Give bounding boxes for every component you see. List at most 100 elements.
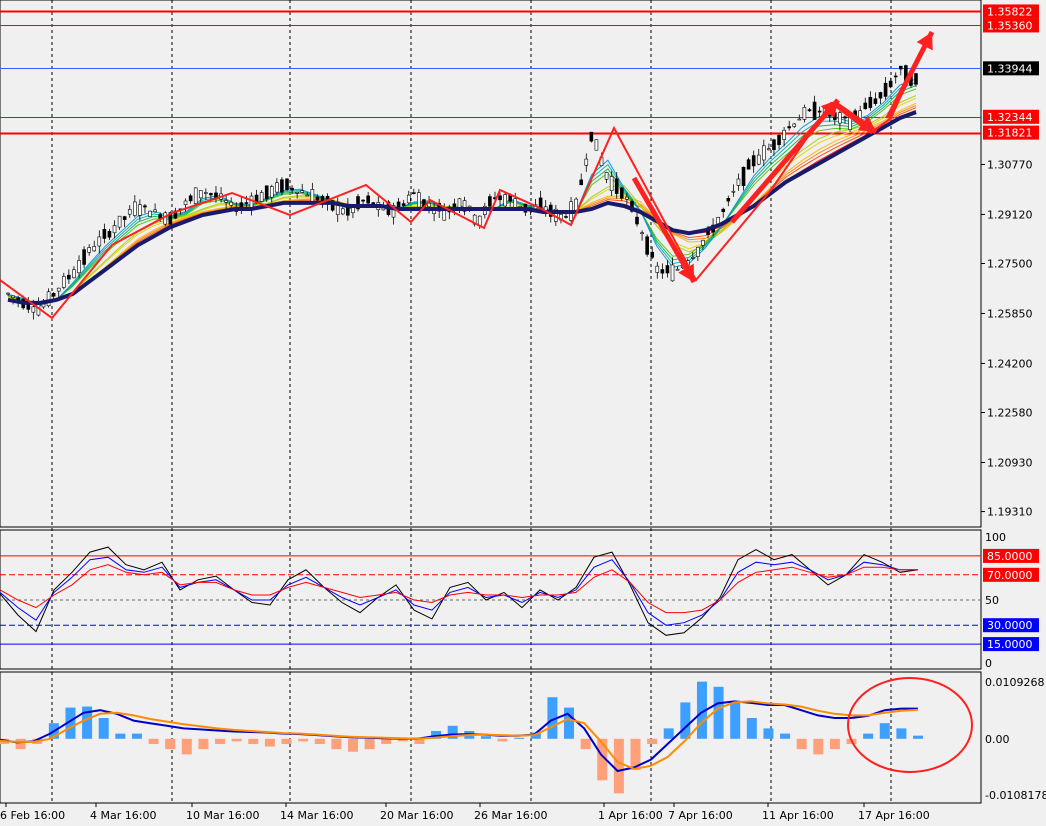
candle-body (772, 139, 776, 150)
candle-body (873, 98, 878, 104)
candle-body (843, 116, 847, 119)
price-tick-label-6: 1.20930 (987, 456, 1033, 469)
stoch-badge-label-1: 70.0000 (987, 569, 1033, 582)
candle-body (275, 182, 279, 193)
macd-bar-48 (796, 738, 807, 750)
macd-bar-52 (863, 733, 874, 739)
candle-body (802, 107, 807, 120)
candle-body (97, 236, 102, 247)
macd-bar-54 (896, 728, 907, 739)
stoch-badge-label-3: 15.0000 (987, 638, 1033, 651)
candle-body (214, 192, 218, 198)
candle-body (670, 264, 675, 282)
macd-bar-11 (181, 738, 192, 755)
candle-body (827, 114, 832, 117)
time-label-4: 20 Mar 16:00 (380, 809, 453, 822)
candle-body (133, 201, 137, 216)
macd-bar-21 (347, 738, 358, 752)
candle-body (645, 236, 649, 255)
candle-body (594, 139, 599, 151)
price-tick-label-1: 1.29120 (987, 208, 1033, 221)
macd-bar-49 (813, 738, 824, 755)
candle-body (92, 246, 97, 252)
macd-bar-31 (514, 737, 525, 739)
candle-body (691, 257, 695, 259)
macd-bar-19 (314, 738, 325, 744)
candle-body (564, 216, 568, 218)
macd-bar-20 (331, 738, 342, 750)
macd-bar-23 (381, 738, 392, 744)
time-label-3: 14 Mar 16:00 (280, 809, 353, 822)
candle-body (807, 109, 812, 112)
candle-body (792, 123, 797, 127)
price-tick-label-4: 1.24200 (987, 357, 1033, 370)
time-label-1: 4 Mar 16:00 (90, 809, 156, 822)
candle-body (224, 200, 228, 203)
candle-body (112, 225, 117, 234)
candle-body (503, 194, 507, 207)
candle-body (188, 195, 193, 202)
candle-body (726, 198, 731, 202)
macd-bar-8 (131, 733, 142, 739)
candle-body (731, 190, 736, 193)
candle-body (366, 195, 370, 204)
time-label-0: 6 Feb 16:00 (0, 809, 65, 822)
macd-bar-41 (680, 702, 691, 739)
candle-body (817, 110, 822, 113)
candle-body (193, 187, 198, 204)
candle-body (635, 216, 639, 225)
macd-bar-1 (15, 738, 26, 750)
price-level-badges: 1.358221.35360 1.33944 1.32344 1.31821 (983, 4, 1039, 140)
candle-body (417, 192, 421, 208)
candle-body (736, 178, 741, 186)
candle-body (107, 231, 112, 238)
candle-body (660, 269, 665, 274)
macd-bar-6 (98, 717, 109, 739)
price-tick-label-0: 1.30770 (987, 158, 1033, 171)
candle-body (148, 210, 152, 217)
candle-body (604, 172, 609, 180)
candle-body (406, 194, 411, 204)
price-axis: 1.30770 1.29120 1.27500 1.25850 1.24200 1.225… (981, 158, 1033, 519)
stochastic-panel[interactable] (0, 529, 982, 670)
candle-body (153, 209, 157, 213)
candle-body (56, 287, 61, 292)
candle-body (77, 260, 81, 274)
candle-body (122, 216, 127, 220)
macd-bar-15 (248, 738, 259, 744)
stoch-badge-label-2: 30.0000 (987, 619, 1033, 632)
candle-body (838, 112, 842, 124)
time-label-7: 7 Apr 16:00 (668, 809, 733, 822)
price-badge-label-1: 1.35360 (987, 19, 1033, 32)
price-tick-label-7: 1.19310 (987, 506, 1033, 519)
candle-body (269, 186, 274, 198)
candle-body (675, 268, 680, 271)
candle-body (878, 92, 883, 99)
candle-body (787, 126, 791, 129)
candle-body (315, 196, 320, 201)
macd-axis: 0.0109268 0.00 -0.0108178 (985, 676, 1046, 802)
candle-body (883, 82, 888, 97)
stoch-badge-label-0: 85.0000 (987, 550, 1033, 563)
macd-bar-45 (746, 717, 757, 739)
candle-body (412, 192, 416, 194)
macd-bar-47 (780, 733, 791, 739)
candle-body (619, 187, 624, 199)
price-panel[interactable] (0, 0, 982, 528)
candle-body (777, 134, 781, 146)
candle-body (665, 265, 670, 274)
trading-chart[interactable]: 1.30770 1.29120 1.27500 1.25850 1.24200 1.225… (0, 0, 1046, 826)
candle-body (812, 101, 817, 120)
candle-body (579, 179, 584, 186)
macd-bar-17 (281, 738, 292, 744)
macd-bar-18 (298, 738, 309, 742)
candle-body (300, 190, 305, 193)
candle-body (143, 205, 147, 208)
candle-body (229, 201, 233, 206)
macd-bar-53 (879, 723, 890, 739)
candle-body (290, 187, 294, 191)
candle-body (488, 196, 492, 207)
candle-body (767, 148, 771, 151)
candle-body (117, 215, 122, 228)
macd-bar-30 (497, 738, 508, 742)
